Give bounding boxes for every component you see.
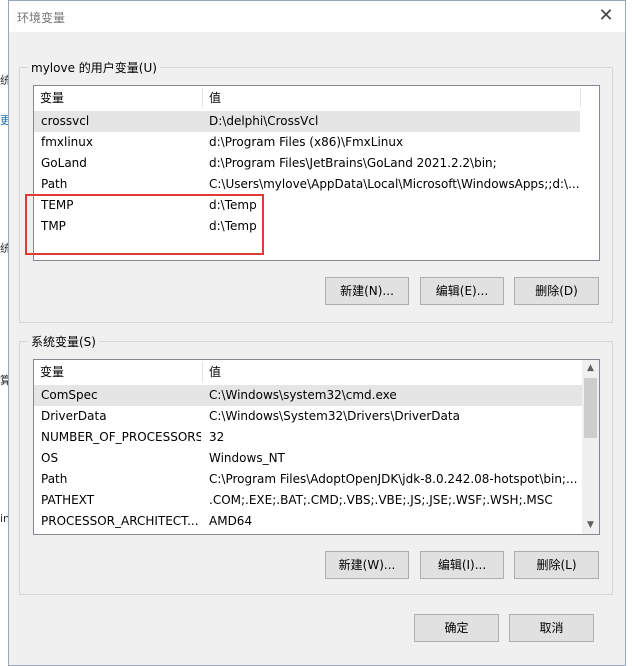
column-header-variable[interactable]: 变量	[34, 360, 202, 384]
dialog-title: 环境变量	[17, 11, 66, 25]
table-row[interactable]: Path C:\Program Files\AdoptOpenJDK\jdk-8…	[34, 469, 599, 490]
variable-name: fmxlinux	[41, 135, 93, 149]
close-icon[interactable]: ✕	[595, 5, 617, 27]
variable-name: NUMBER_OF_PROCESSORS	[41, 430, 201, 444]
column-header-value[interactable]: 值	[203, 360, 580, 384]
vertical-scrollbar[interactable]: ▲ ▼	[582, 360, 599, 534]
environment-variables-dialog: 环境变量 ✕ mylove 的用户变量(U) 变量 值 crossvcl D:\…	[8, 0, 626, 666]
variable-value: d:\Temp	[209, 219, 257, 233]
variable-name: OS	[41, 451, 59, 465]
system-new-button[interactable]: 新建(W)...	[325, 551, 409, 579]
red-annotation-box	[25, 194, 264, 255]
user-delete-button[interactable]: 删除(D)	[514, 277, 599, 305]
title-bar: 环境变量 ✕	[9, 1, 625, 32]
variable-value: C:\Program Files\AdoptOpenJDK\jdk-8.0.24…	[209, 472, 578, 486]
variable-name: crossvcl	[41, 114, 90, 128]
variable-value: 32	[209, 430, 225, 444]
variable-value: .COM;.EXE;.BAT;.CMD;.VBS;.VBE;.JS;.JSE;.…	[209, 493, 553, 507]
system-variables-label: 系统变量(S)	[28, 333, 99, 350]
variable-name: PATHEXT	[41, 493, 95, 507]
system-edit-button[interactable]: 编辑(I)...	[420, 551, 504, 579]
variable-name: Path	[41, 177, 68, 191]
variable-name: DriverData	[41, 409, 107, 423]
table-row[interactable]: NUMBER_OF_PROCESSORS 32	[34, 427, 599, 448]
variable-name: GoLand	[41, 156, 87, 170]
variable-value: C:\Windows\System32\Drivers\DriverData	[209, 409, 460, 423]
table-row[interactable]: DriverData C:\Windows\System32\Drivers\D…	[34, 406, 599, 427]
table-row[interactable]: Path C:\Users\mylove\AppData\Local\Micro…	[34, 174, 599, 195]
variable-value: C:\Windows\system32\cmd.exe	[209, 388, 397, 402]
scroll-up-arrow-icon[interactable]: ▲	[582, 360, 599, 377]
table-row[interactable]: fmxlinux d:\Program Files (x86)\FmxLinux	[34, 132, 599, 153]
variable-name: ComSpec	[41, 388, 98, 402]
list-header: 变量 值	[34, 86, 599, 110]
variable-value: Windows_NT	[209, 451, 285, 465]
table-row[interactable]: ComSpec C:\Windows\system32\cmd.exe	[34, 385, 582, 406]
table-row[interactable]: PROCESSOR_ARCHITECT... AMD64	[34, 511, 599, 532]
scroll-down-arrow-icon[interactable]: ▼	[582, 517, 599, 534]
ok-button[interactable]: 确定	[414, 614, 499, 642]
scrollbar-thumb[interactable]	[584, 378, 597, 438]
variable-value: d:\Temp	[209, 198, 257, 212]
background-window-edge	[625, 0, 632, 666]
user-edit-button[interactable]: 编辑(E)...	[420, 277, 504, 305]
variable-value: D:\delphi\CrossVcl	[209, 114, 319, 128]
system-delete-button[interactable]: 删除(L)	[514, 551, 599, 579]
variable-value: C:\Users\mylove\AppData\Local\Microsoft\…	[209, 177, 579, 191]
system-variables-list[interactable]: 变量 值 ComSpec C:\Windows\system32\cmd.exe…	[33, 359, 600, 535]
table-row[interactable]: OS Windows_NT	[34, 448, 599, 469]
cancel-button[interactable]: 取消	[509, 614, 594, 642]
table-row[interactable]: GoLand d:\Program Files\JetBrains\GoLand…	[34, 153, 599, 174]
variable-value: d:\Program Files\JetBrains\GoLand 2021.2…	[209, 156, 497, 170]
table-row[interactable]: crossvcl D:\delphi\CrossVcl	[34, 111, 580, 132]
variable-value: d:\Program Files (x86)\FmxLinux	[209, 135, 404, 149]
table-row[interactable]: PATHEXT .COM;.EXE;.BAT;.CMD;.VBS;.VBE;.J…	[34, 490, 599, 511]
user-new-button[interactable]: 新建(N)...	[325, 277, 409, 305]
column-divider[interactable]	[580, 88, 581, 108]
column-header-value[interactable]: 值	[203, 86, 580, 110]
list-header: 变量 值	[34, 360, 599, 384]
user-variables-label: mylove 的用户变量(U)	[28, 59, 160, 76]
variable-name: PROCESSOR_ARCHITECT...	[41, 514, 199, 528]
variable-value: AMD64	[209, 514, 253, 528]
column-header-variable[interactable]: 变量	[34, 86, 202, 110]
variable-name: Path	[41, 472, 68, 486]
